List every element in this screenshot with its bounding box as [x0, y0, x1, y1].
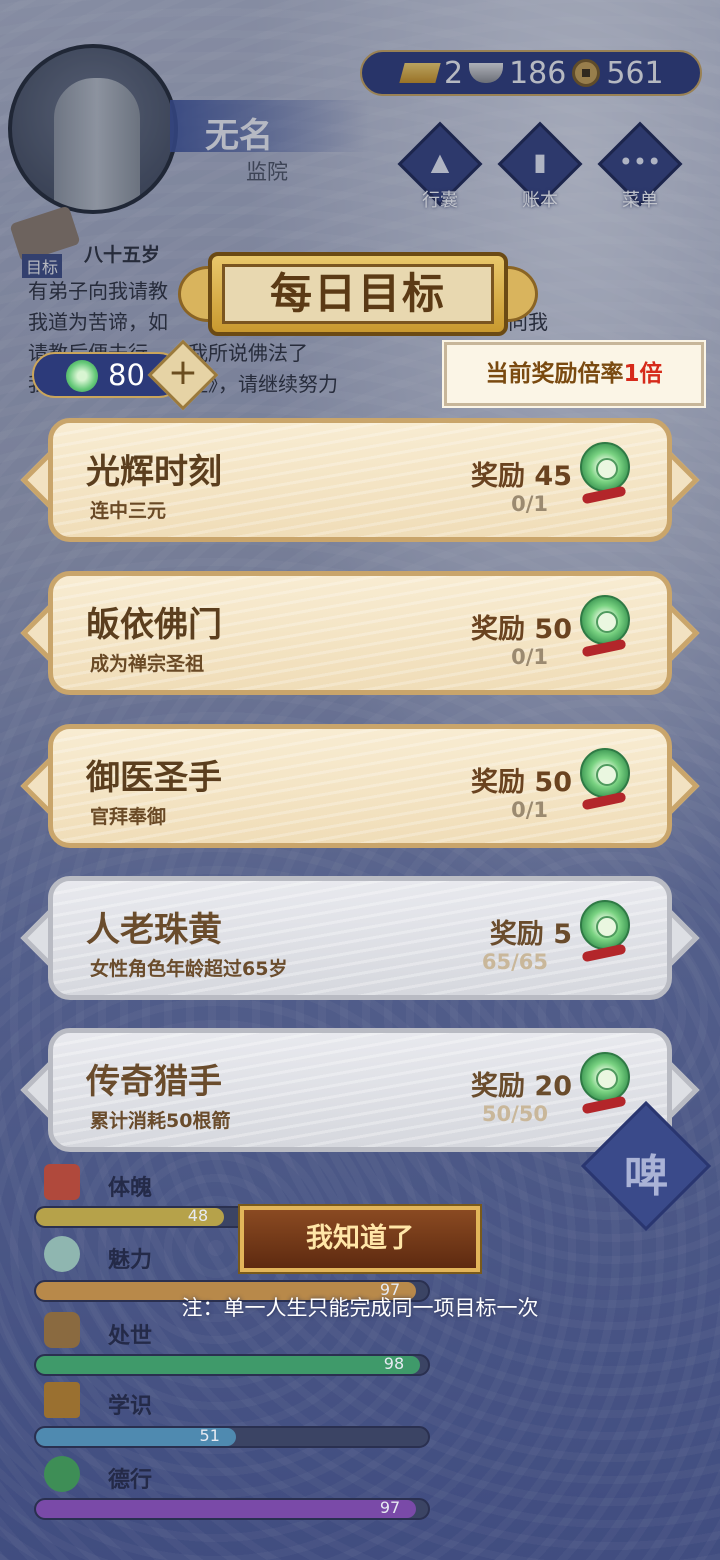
seal-char: 啤	[624, 1151, 668, 1202]
jade-reward-icon	[580, 900, 630, 950]
knowledge-stat-icon	[44, 1382, 80, 1418]
stat-bar: 97	[34, 1498, 430, 1520]
jade-reward-icon	[580, 1052, 630, 1102]
goal-card[interactable]: 皈依佛门 成为禅宗圣祖 奖励 50 0/1	[20, 571, 700, 695]
dialog-title: 每日目标	[269, 269, 446, 318]
goal-progress: 0/1	[511, 645, 548, 669]
stat-value: 48	[187, 1206, 209, 1225]
stat-name: 魅力	[108, 1248, 153, 1273]
goal-title: 皈依佛门	[86, 605, 222, 645]
goal-desc: 女性角色年龄超过65岁	[90, 958, 288, 980]
goal-desc: 成为禅宗圣祖	[90, 653, 205, 675]
goal-title: 御医圣手	[86, 758, 222, 798]
goal-title: 光辉时刻	[86, 452, 222, 492]
reward-multiplier: 当前奖励倍率1倍	[442, 340, 706, 408]
stat-name: 德行	[108, 1468, 153, 1493]
goal-card[interactable]: 御医圣手 官拜奉御 奖励 50 0/1	[20, 724, 700, 848]
multiplier-value: 1倍	[623, 361, 663, 387]
jade-icon	[66, 360, 98, 392]
virtue-stat-icon	[44, 1456, 80, 1492]
jade-reward-icon	[580, 748, 630, 798]
goal-title: 传奇猎手	[86, 1062, 222, 1102]
dialog-title-plaque: 每日目标	[178, 252, 538, 336]
goal-progress: 0/1	[511, 798, 548, 822]
goal-card[interactable]: 光辉时刻 连中三元 奖励 45 0/1	[20, 418, 700, 542]
stat-bar: 98	[34, 1354, 430, 1376]
goal-card-completed[interactable]: 传奇猎手 累计消耗50根箭 奖励 20 50/50	[20, 1028, 700, 1152]
goal-reward: 奖励 50	[471, 614, 572, 645]
stat-name: 处世	[108, 1324, 153, 1349]
plus-icon: +	[167, 352, 199, 393]
goal-card-completed[interactable]: 人老珠黄 女性角色年龄超过65岁 奖励 5 65/65	[20, 876, 700, 1000]
jade-reward-icon	[580, 442, 630, 492]
goal-desc: 连中三元	[90, 500, 167, 522]
multiplier-label: 当前奖励倍率	[485, 361, 624, 387]
goal-desc: 累计消耗50根箭	[90, 1110, 231, 1132]
stat-name: 体魄	[108, 1176, 153, 1201]
confirm-button[interactable]: 我知道了	[238, 1204, 482, 1274]
goal-progress: 0/1	[511, 492, 548, 516]
goal-desc: 官拜奉御	[90, 806, 167, 828]
goal-reward: 奖励 50	[471, 767, 572, 798]
stat-value: 51	[199, 1426, 220, 1445]
body-stat-icon	[44, 1164, 80, 1200]
charm-stat-icon	[44, 1236, 80, 1272]
dialog-note: 注：单一人生只能完成同一项目标一次	[181, 1296, 539, 1320]
goal-reward: 奖励 20	[471, 1071, 572, 1102]
goal-reward: 奖励 45	[471, 461, 572, 492]
goal-progress: 50/50	[481, 1102, 548, 1126]
stat-name: 学识	[108, 1394, 153, 1419]
stat-value: 98	[383, 1354, 405, 1373]
jade-reward-icon	[580, 595, 630, 645]
goal-title: 人老珠黄	[86, 910, 222, 950]
stat-value: 97	[379, 1498, 401, 1517]
goal-reward: 奖励 5	[489, 919, 572, 950]
stat-bar: 51	[34, 1426, 430, 1448]
jade-count: 80	[108, 358, 145, 392]
goal-progress: 65/65	[481, 950, 548, 974]
